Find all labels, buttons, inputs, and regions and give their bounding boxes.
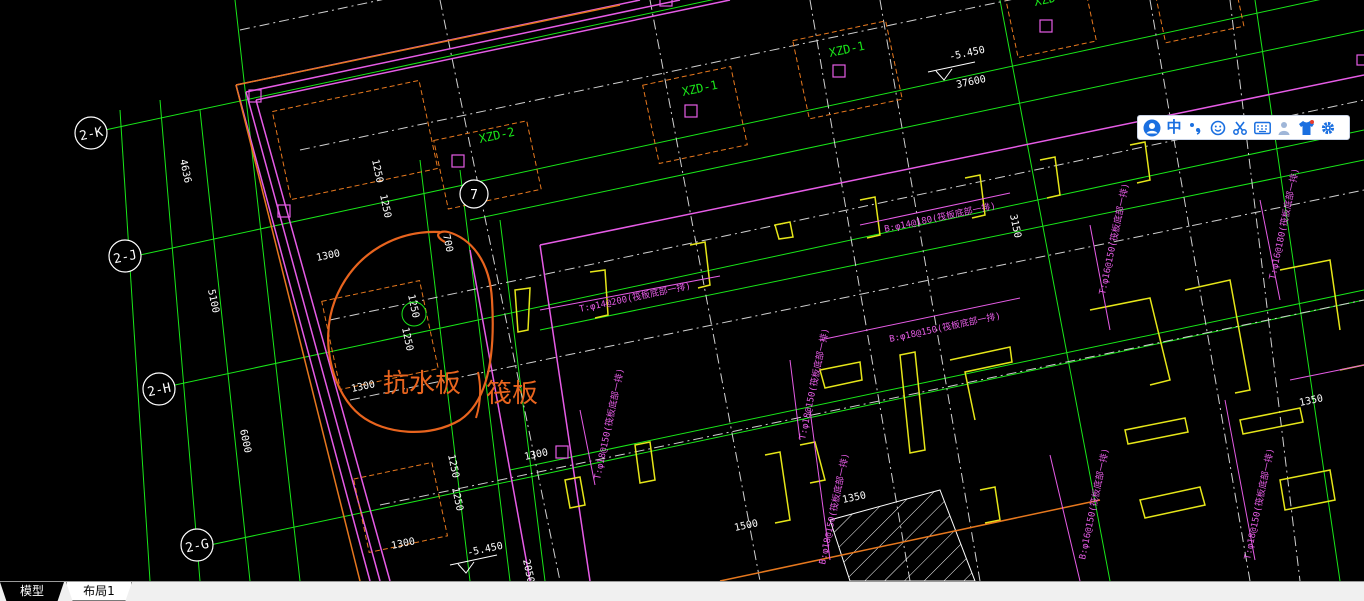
dim-text: 1250: [445, 453, 461, 479]
dim-text: 1250: [369, 158, 385, 184]
dim-text: 1500: [733, 518, 759, 534]
person-icon[interactable]: [1273, 117, 1295, 139]
footing-label: XZD-1: [828, 39, 866, 60]
chinese-mode-toggle[interactable]: 中: [1163, 117, 1185, 139]
dim-text: 1250: [399, 326, 415, 352]
ime-toolbar[interactable]: 中: [1137, 115, 1350, 140]
elevation-text: -5.450: [948, 45, 986, 63]
dim-text: 1300: [350, 379, 376, 395]
user-icon[interactable]: [1141, 117, 1163, 139]
rebar-note: T:φ18@150(筏板底部一排): [1241, 447, 1276, 561]
elevation-text: -5.450: [466, 541, 504, 559]
grid-lines: [104, 0, 1364, 581]
rebar-note: T:φ16@180(筏板底部一排): [1266, 167, 1301, 281]
rebar-note: T:φ18@150(筏板底部一排): [796, 327, 831, 441]
dim-text: 2050: [520, 558, 536, 581]
axis-bubbles: [74, 116, 489, 562]
rebar-note: T:φ16@150(筏板底部一排): [1096, 182, 1131, 296]
axis-label-7: 7: [470, 188, 478, 203]
tab-layout-1[interactable]: 布局1: [66, 582, 132, 601]
dim-text: 1300: [315, 248, 341, 264]
tab-model[interactable]: 模型: [0, 582, 64, 601]
rebar-note: T:φ14@200(筏板底部一排): [578, 280, 692, 315]
rebar-note: B:φ14@180(筏板底部一排): [883, 200, 997, 235]
dim-text: 1250: [405, 293, 421, 319]
dim-text: 3150: [1007, 213, 1023, 239]
slab-outline: [235, 0, 1364, 581]
keyboard-icon[interactable]: [1251, 117, 1273, 139]
layout-tab-bar: 模型 布局1: [0, 581, 1364, 601]
cad-drawing[interactable]: 2-K 2-J 2-H 2-G 7 XZD-2 XZD-1 XZD-1 XZD-…: [0, 0, 1364, 581]
dim-text: 6000: [237, 428, 253, 454]
cad-model-space[interactable]: 2-K 2-J 2-H 2-G 7 XZD-2 XZD-1 XZD-1 XZD-…: [0, 0, 1364, 581]
scissors-icon[interactable]: [1229, 117, 1251, 139]
dim-text: 1250: [449, 486, 465, 512]
dim-text: 37600: [955, 74, 987, 91]
footing-label: XZD-2: [478, 125, 516, 146]
rebar-note: T:φ18@150(筏板底部一排): [591, 367, 626, 481]
dim-text: 1350: [841, 490, 867, 506]
gear-icon[interactable]: [1317, 117, 1339, 139]
rebar-note: B:φ18@150(筏板底部一排): [888, 310, 1002, 345]
dim-text: 700: [440, 233, 455, 253]
dim-text: 4636: [177, 158, 193, 184]
annotation-anti-float-slab: 抗水板: [383, 369, 461, 399]
dim-text: 1250: [377, 193, 393, 219]
dim-text: 1350: [1298, 393, 1324, 409]
annotation-raft-slab: 筏板: [486, 379, 538, 409]
footing-label: XZD-1: [681, 78, 719, 99]
shirt-icon[interactable]: [1295, 117, 1317, 139]
punctuation-icon[interactable]: [1185, 117, 1207, 139]
dim-text: 1300: [523, 447, 549, 463]
dim-text: 5100: [205, 288, 221, 314]
markup-divider: [475, 371, 482, 419]
emoji-icon[interactable]: [1207, 117, 1229, 139]
footing-label: XZD-1: [1033, 0, 1071, 9]
dim-text: 1300: [390, 536, 416, 552]
